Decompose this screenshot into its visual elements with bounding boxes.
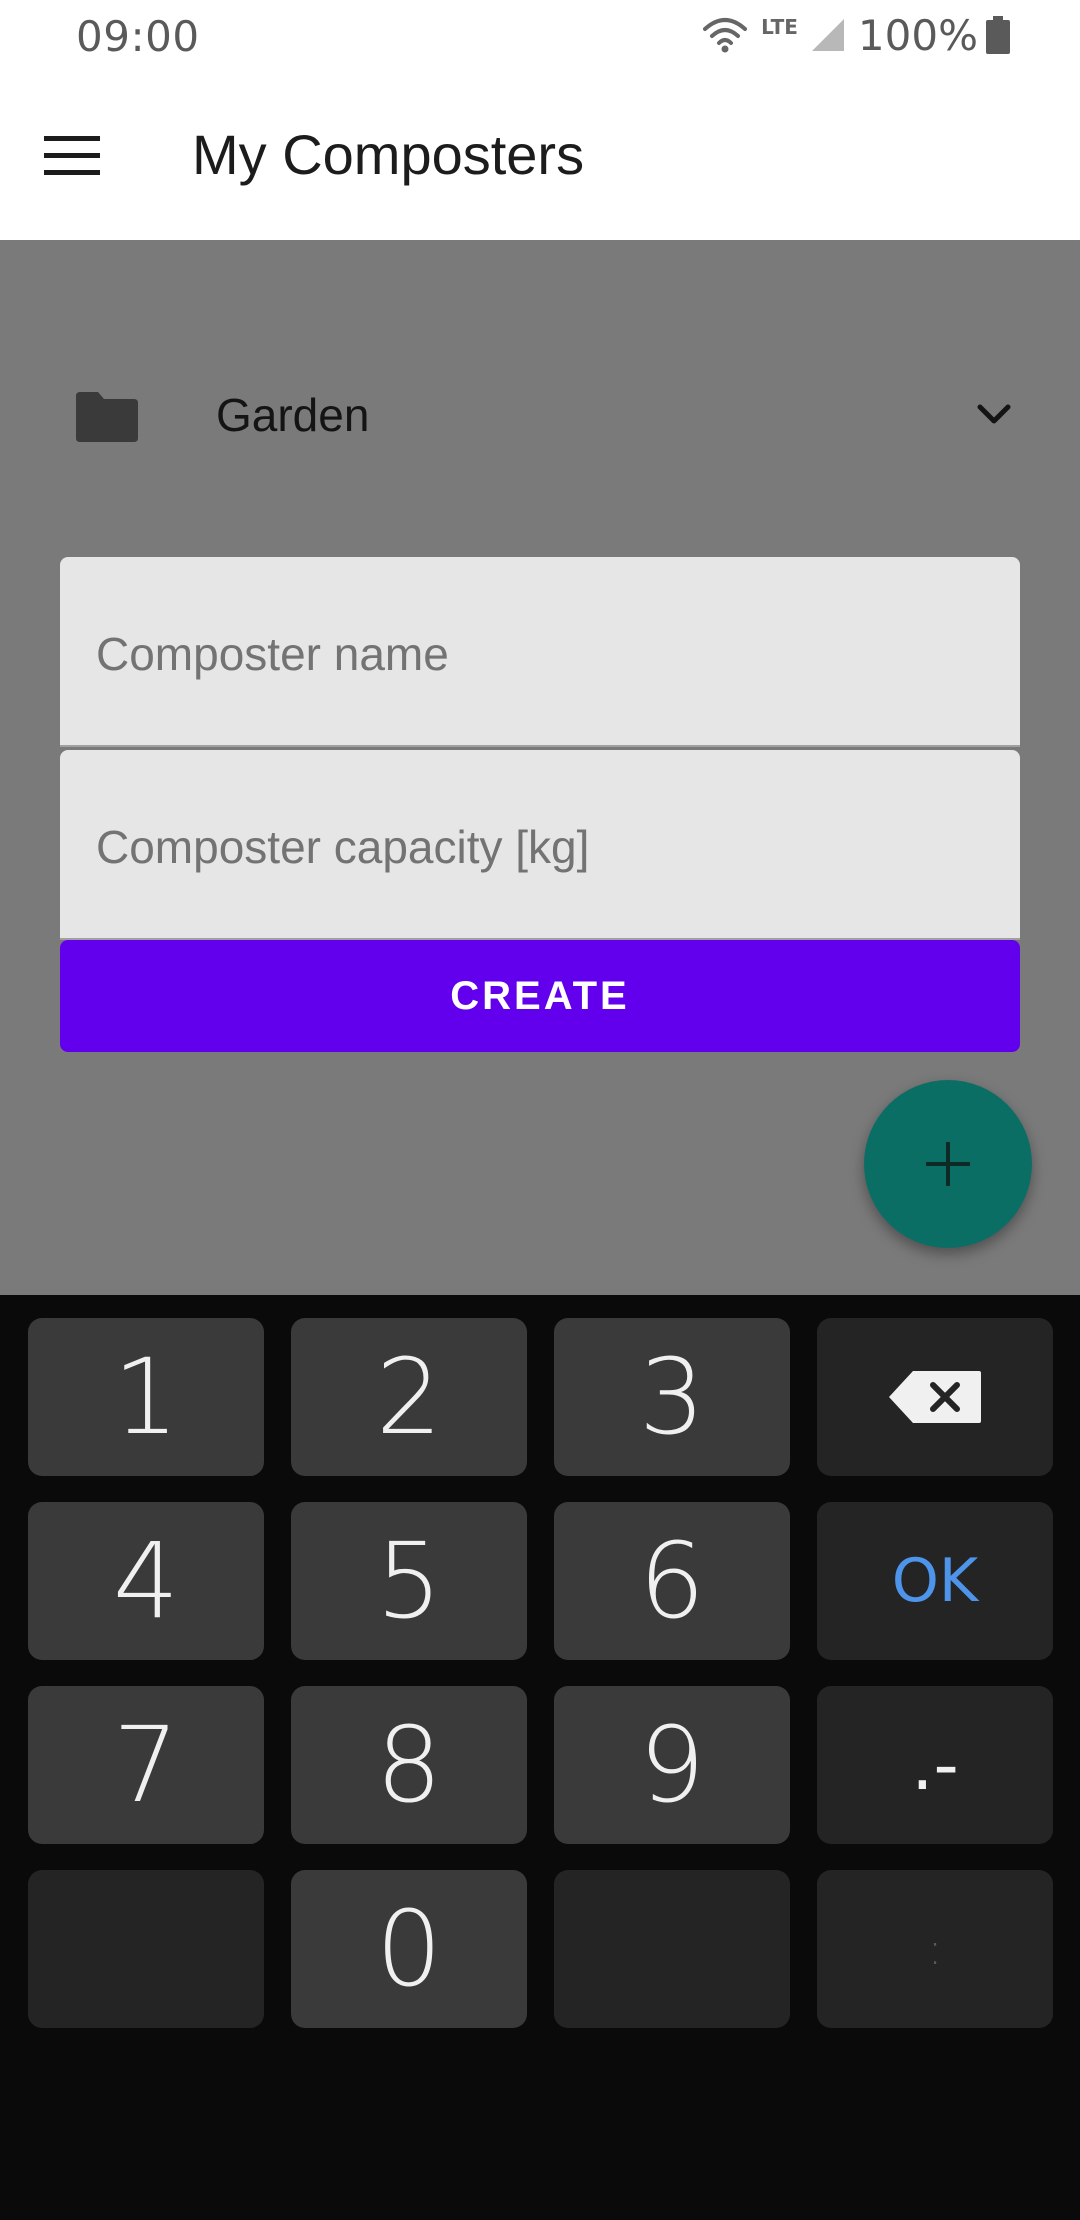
backspace-icon bbox=[889, 1371, 981, 1423]
battery-percentage: 100% bbox=[857, 10, 978, 60]
key-8[interactable]: 8 bbox=[291, 1686, 527, 1844]
key-5[interactable]: 5 bbox=[291, 1502, 527, 1660]
key-dot-dash[interactable]: .- bbox=[817, 1686, 1053, 1844]
app-bar: My Composters bbox=[0, 72, 1080, 240]
add-composter-button[interactable] bbox=[864, 1080, 1032, 1248]
folder-label: Garden bbox=[216, 389, 370, 441]
key-4[interactable]: 4 bbox=[28, 1502, 264, 1660]
plus-icon bbox=[926, 1142, 970, 1186]
battery-icon bbox=[986, 16, 1010, 54]
menu-icon[interactable] bbox=[44, 134, 100, 178]
composter-capacity-field[interactable]: Composter capacity [kg] bbox=[60, 750, 1020, 940]
page-title: My Composters bbox=[192, 123, 585, 186]
status-bar: 09:00 LTE 100% bbox=[0, 0, 1080, 72]
main-content: Garden Composter name Composter capacity… bbox=[0, 240, 1080, 1295]
chevron-down-icon[interactable] bbox=[974, 394, 1014, 434]
folder-icon bbox=[76, 392, 138, 442]
key-1[interactable]: 1 bbox=[28, 1318, 264, 1476]
key-3[interactable]: 3 bbox=[554, 1318, 790, 1476]
key-ok[interactable]: OK bbox=[817, 1502, 1053, 1660]
wifi-icon bbox=[703, 18, 748, 53]
key-colon[interactable]: : bbox=[817, 1870, 1053, 2028]
key-7[interactable]: 7 bbox=[28, 1686, 264, 1844]
status-icons: LTE 100% bbox=[703, 10, 1010, 60]
composter-name-field[interactable]: Composter name bbox=[60, 557, 1020, 747]
signal-icon bbox=[811, 19, 844, 51]
key-blank-right bbox=[554, 1870, 790, 2028]
key-9[interactable]: 9 bbox=[554, 1686, 790, 1844]
numeric-keyboard: 1 2 3 4 5 6 OK 7 8 9 .- 0 : bbox=[0, 1295, 1080, 2220]
key-2[interactable]: 2 bbox=[291, 1318, 527, 1476]
key-6[interactable]: 6 bbox=[554, 1502, 790, 1660]
network-type: LTE bbox=[761, 15, 798, 39]
composter-capacity-placeholder: Composter capacity [kg] bbox=[96, 821, 590, 873]
folder-selector[interactable]: Garden bbox=[0, 360, 1080, 480]
status-time: 09:00 bbox=[76, 12, 200, 61]
key-0[interactable]: 0 bbox=[291, 1870, 527, 2028]
key-backspace[interactable] bbox=[817, 1318, 1053, 1476]
create-button[interactable]: CREATE bbox=[60, 940, 1020, 1052]
composter-name-placeholder: Composter name bbox=[96, 628, 449, 680]
key-blank-left bbox=[28, 1870, 264, 2028]
